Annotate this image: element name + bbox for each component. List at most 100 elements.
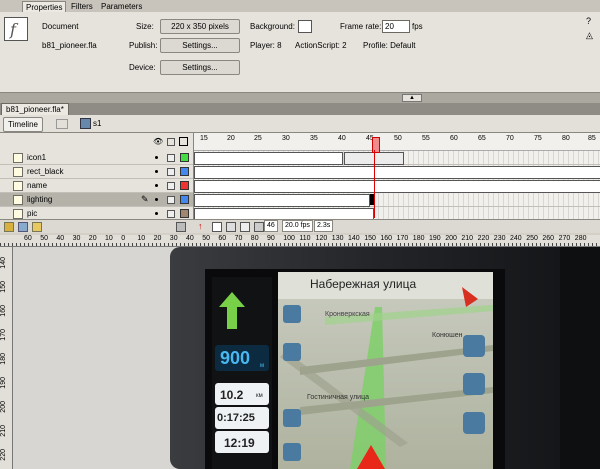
- lock-icon[interactable]: [167, 168, 175, 176]
- panel-divider[interactable]: ▲: [0, 93, 600, 103]
- outline-header-icon[interactable]: [179, 137, 188, 146]
- ruler-tick-label: 140: [348, 235, 360, 242]
- lock-icon[interactable]: [167, 182, 175, 190]
- layer-list: 👁 icon1 rect_black name lighting ✎ pic: [0, 133, 194, 233]
- frame-rate-status: 20.0 fps: [282, 220, 313, 232]
- frame-span[interactable]: [194, 166, 600, 179]
- player-version: Player: 8: [250, 41, 282, 50]
- visibility-dot[interactable]: [155, 198, 158, 201]
- visibility-dot[interactable]: [155, 212, 158, 215]
- visibility-dot[interactable]: [155, 184, 158, 187]
- size-button[interactable]: 220 x 350 pixels: [160, 19, 240, 34]
- ruler-tick-label: 160: [380, 235, 393, 242]
- outline-color-swatch[interactable]: [180, 153, 189, 162]
- timeline-toggle-button[interactable]: Timeline: [3, 117, 43, 132]
- device-image[interactable]: Набережная улица Кронверкская Конюшен Го…: [150, 247, 600, 469]
- ruler-tick-label: 210: [461, 235, 474, 242]
- ruler-tick-label: 120: [315, 235, 328, 242]
- outline-color-swatch[interactable]: [180, 209, 189, 218]
- center-frame-icon[interactable]: ↑: [198, 221, 203, 231]
- layer-name[interactable]: name: [27, 180, 47, 191]
- frame-grid[interactable]: 15 20 25 30 35 40 45 50 55 60 65 70 75 8…: [194, 133, 600, 233]
- framerate-label: Frame rate:: [340, 22, 382, 31]
- frame-number: 85: [588, 135, 596, 142]
- outline-color-swatch[interactable]: [180, 181, 189, 190]
- help-icon[interactable]: ?: [586, 16, 591, 26]
- add-layer-icon[interactable]: [4, 222, 14, 232]
- ruler-tick-label: 220: [0, 449, 7, 461]
- ruler-tick-label: 70: [234, 235, 243, 242]
- frame-number: 40: [338, 135, 346, 142]
- ruler-tick-label: 190: [0, 377, 7, 389]
- vertical-ruler: 140 150 160 170 180 190 200 210 220: [0, 247, 13, 469]
- ruler-tick-label: 200: [445, 235, 457, 242]
- layer-row-selected[interactable]: lighting ✎: [0, 193, 193, 207]
- ruler-tick-label: 270: [558, 235, 571, 242]
- background-color-swatch[interactable]: [298, 20, 312, 33]
- tab-parameters[interactable]: Parameters: [98, 1, 145, 12]
- document-tab-bar: [0, 103, 600, 115]
- lock-icon[interactable]: [167, 154, 175, 162]
- frame-span[interactable]: [194, 194, 370, 207]
- tab-filters[interactable]: Filters: [68, 1, 96, 12]
- frame-ruler[interactable]: 15 20 25 30 35 40 45 50 55 60 65 70 75 8…: [194, 133, 600, 151]
- collapse-icon[interactable]: ◬: [586, 30, 593, 41]
- back-arrow-icon[interactable]: [56, 119, 68, 129]
- lock-icon[interactable]: [167, 196, 175, 204]
- scene-name[interactable]: s1: [93, 119, 101, 128]
- ruler-tick-label: 180: [412, 235, 425, 242]
- lock-header-icon[interactable]: [167, 138, 175, 146]
- layer-row[interactable]: name: [0, 179, 193, 193]
- outline-color-swatch[interactable]: [180, 195, 189, 204]
- ruler-tick-label: 220: [477, 235, 490, 242]
- frame-row[interactable]: [194, 193, 600, 207]
- flash-document-icon: f: [4, 17, 28, 41]
- eye-icon[interactable]: 👁: [153, 137, 163, 146]
- frame-row[interactable]: [194, 165, 600, 179]
- ruler-tick-label: 140: [0, 257, 7, 269]
- framerate-input[interactable]: 20: [382, 20, 410, 33]
- layer-name[interactable]: pic: [27, 208, 37, 219]
- ruler-tick-label: 80: [250, 235, 259, 242]
- visibility-dot[interactable]: [155, 170, 158, 173]
- ruler-tick-label: 110: [299, 235, 311, 242]
- onion-skin-icon[interactable]: [212, 222, 222, 232]
- collapse-arrow-icon[interactable]: ▲: [402, 94, 422, 102]
- publish-settings-button[interactable]: Settings...: [160, 38, 240, 53]
- layer-icon: [13, 181, 23, 191]
- layer-row[interactable]: icon1: [0, 151, 193, 165]
- layer-row[interactable]: rect_black: [0, 165, 193, 179]
- map-road-label: Гостиничная улица: [307, 394, 369, 401]
- device-settings-button[interactable]: Settings...: [160, 60, 240, 75]
- lock-icon[interactable]: [167, 210, 175, 218]
- property-inspector: f Document b81_pioneer.fla Size: 220 x 3…: [0, 12, 600, 93]
- outline-color-swatch[interactable]: [180, 167, 189, 176]
- device-label: Device:: [129, 63, 156, 72]
- ruler-tick-label: 90: [267, 235, 275, 242]
- playhead-line: [374, 150, 375, 218]
- ruler-tick-label: 190: [429, 235, 441, 242]
- frame-number: 65: [478, 135, 486, 142]
- frame-row[interactable]: [194, 179, 600, 193]
- ruler-tick-label: 40: [186, 235, 194, 242]
- ruler-tick-label: 150: [0, 281, 7, 293]
- add-folder-icon[interactable]: [32, 222, 42, 232]
- layer-name[interactable]: lighting: [27, 194, 52, 205]
- delete-layer-icon[interactable]: [176, 222, 186, 232]
- elapsed-time: 2.3s: [314, 220, 334, 232]
- frame-row[interactable]: [194, 151, 600, 165]
- onion-markers-icon[interactable]: [254, 222, 264, 232]
- document-tab[interactable]: b81_pioneer.fla*: [1, 103, 69, 115]
- layer-name[interactable]: icon1: [27, 152, 46, 163]
- layer-name[interactable]: rect_black: [27, 166, 63, 177]
- background-label: Background:: [250, 22, 295, 31]
- edit-multiple-icon[interactable]: [240, 222, 250, 232]
- street-name: Набережная улица: [310, 277, 417, 291]
- onion-outline-icon[interactable]: [226, 222, 236, 232]
- frame-span[interactable]: [194, 152, 343, 165]
- frame-span[interactable]: [194, 180, 600, 193]
- visibility-dot[interactable]: [155, 156, 158, 159]
- add-guide-icon[interactable]: [18, 222, 28, 232]
- ruler-tick-label: 30: [169, 235, 178, 242]
- frame-number: 70: [506, 135, 514, 142]
